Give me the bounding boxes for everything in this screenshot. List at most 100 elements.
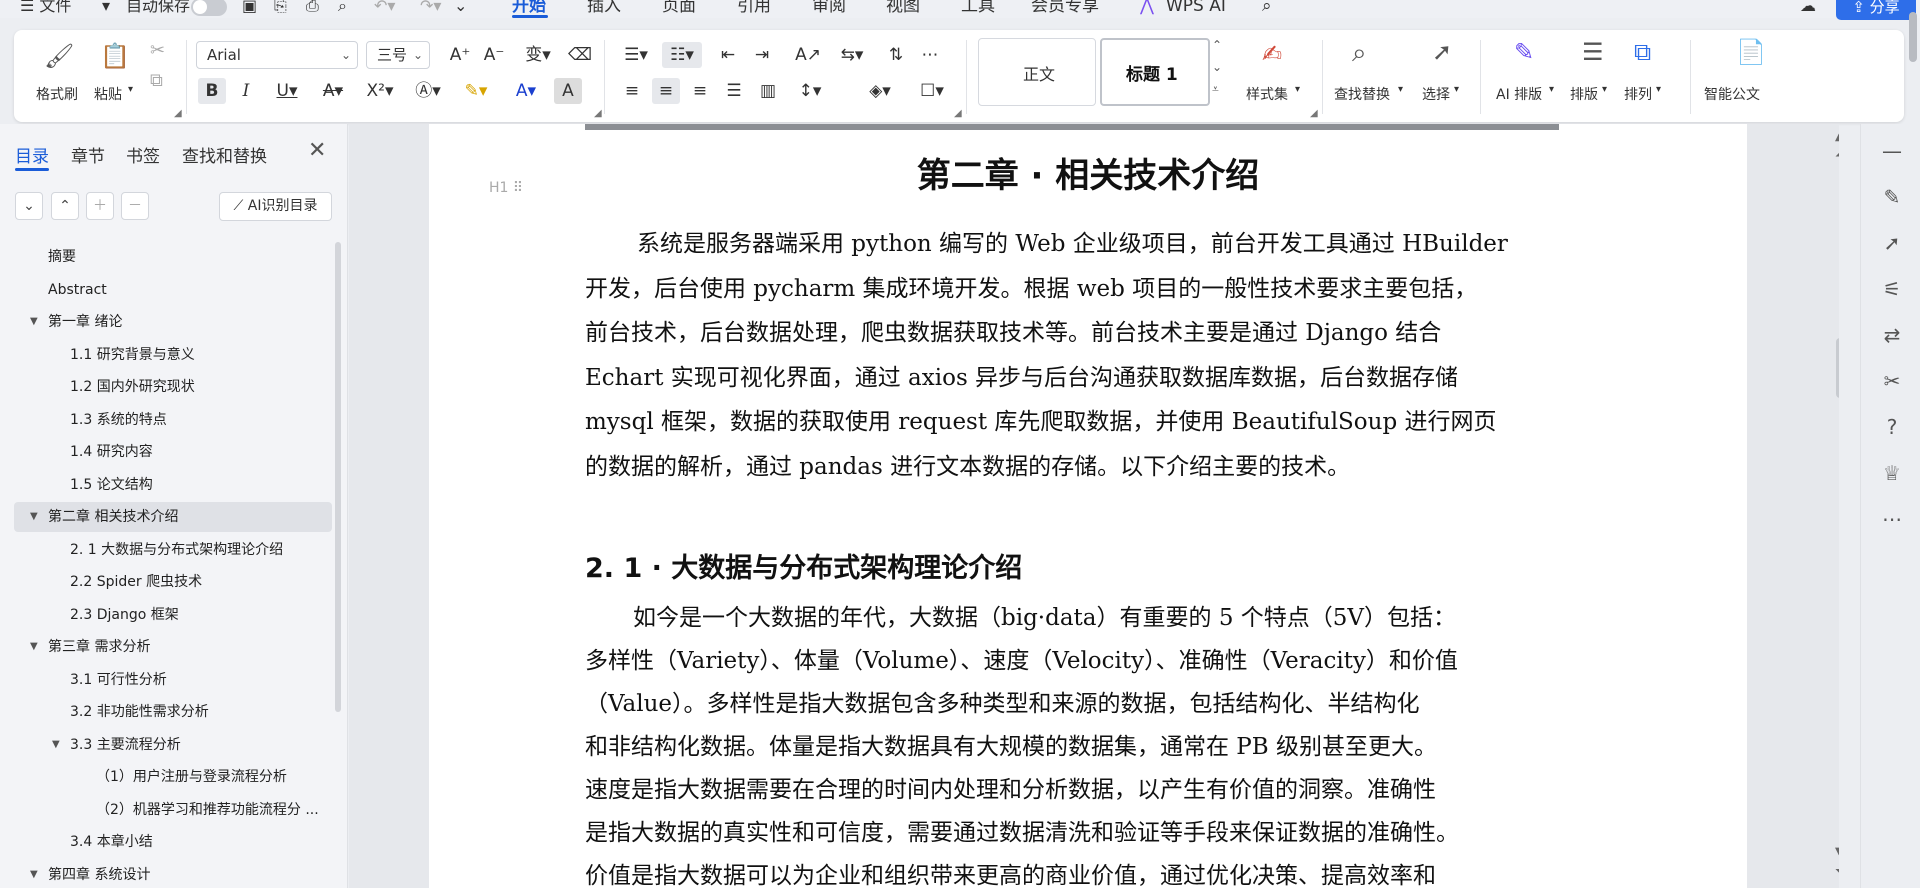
text-line[interactable]: 多样性（Variety）、体量（Volume）、速度（Velocity）、准确性…: [585, 641, 1458, 675]
add-icon[interactable]: ＋: [86, 192, 114, 220]
close-icon[interactable]: ✕: [308, 138, 326, 163]
style-scroll-up-icon[interactable]: ⌃: [1212, 38, 1222, 52]
show-marks-icon[interactable]: ⋯: [916, 42, 944, 68]
align-center-icon[interactable]: ≡: [652, 78, 680, 104]
smart-doc-icon[interactable]: 📄: [1736, 38, 1766, 66]
text-line[interactable]: mysql 框架，数据的获取使用 request 库先爬取数据，并使用 Beau…: [585, 402, 1497, 436]
redo-icon[interactable]: ↷▾: [420, 0, 441, 17]
shrink-font-icon[interactable]: A⁻: [480, 42, 508, 68]
copy-icon[interactable]: ⧉: [150, 70, 163, 91]
numbered-list-button[interactable]: ☷▾: [662, 42, 702, 68]
increase-indent-icon[interactable]: ⇥: [748, 42, 776, 68]
underline-button[interactable]: U▾: [268, 78, 306, 104]
paste-icon[interactable]: 📋: [100, 42, 130, 70]
text-line[interactable]: 价值是指大数据可以为企业和组织带来更高的商业价值，通过优化决策、提高效率和: [585, 856, 1436, 888]
text-line[interactable]: 系统是服务器端采用 python 编写的 Web 企业级项目，前台开发工具通过 …: [637, 224, 1508, 258]
tab-toc[interactable]: 目录: [15, 142, 49, 167]
search-icon[interactable]: ⌕: [1262, 0, 1272, 17]
styles-launcher-icon[interactable]: ◢: [1310, 108, 1318, 119]
select-cursor-icon[interactable]: ➚: [1432, 38, 1452, 66]
toc-item[interactable]: ▼ 第三章 需求分析: [14, 632, 332, 662]
adjust-icon[interactable]: ⚟: [1879, 276, 1905, 302]
format-painter-label[interactable]: 格式刷: [36, 84, 78, 104]
print-preview-icon[interactable]: ⌕: [338, 0, 347, 17]
tab-page[interactable]: 页面: [662, 0, 696, 17]
section-title[interactable]: 2. 1 · 大数据与分布式架构理论介绍: [585, 546, 1022, 585]
toc-item[interactable]: 1.1 研究背景与意义: [14, 340, 332, 370]
arrange-label[interactable]: 排列: [1624, 84, 1652, 104]
collapse-chevron-down-icon[interactable]: ⌄: [15, 192, 43, 220]
font-color-button[interactable]: A▾: [506, 78, 546, 104]
ai-layout-dropdown-icon[interactable]: ▾: [1549, 84, 1554, 95]
translate-icon[interactable]: ⇄: [1879, 322, 1905, 348]
print-icon[interactable]: ⎙: [306, 0, 319, 17]
toc-item[interactable]: ▼ 第一章 绪论: [14, 307, 332, 337]
distributed-icon[interactable]: ▥: [754, 78, 782, 104]
tab-references[interactable]: 引用: [737, 0, 771, 17]
text-line[interactable]: 的数据的解析，通过 pandas 进行文本数据的存储。以下介绍主要的技术。: [585, 447, 1350, 481]
toc-item[interactable]: 1.3 系统的特点: [14, 405, 332, 435]
save-icon[interactable]: ▣: [242, 0, 257, 17]
ai-layout-icon[interactable]: ✎: [1514, 38, 1534, 66]
decrease-indent-icon[interactable]: ⇤: [714, 42, 742, 68]
scroll-up-icon[interactable]: ▲: [1835, 132, 1839, 143]
tab-chapters[interactable]: 章节: [71, 142, 105, 167]
tab-find-replace[interactable]: 查找和替换: [182, 142, 267, 167]
tools-icon[interactable]: ✂: [1879, 368, 1905, 394]
text-line[interactable]: 是指大数据的真实性和可信度，需要通过数据清洗和验证等手段来保证数据的准确性。: [585, 813, 1459, 847]
style-set-icon[interactable]: ✍: [1262, 40, 1282, 68]
pen-icon[interactable]: ✎: [1879, 184, 1905, 210]
layout-icon[interactable]: ☰: [1582, 38, 1604, 66]
line-break-icon[interactable]: ⇆▾: [834, 42, 870, 68]
smart-doc-label[interactable]: 智能公文: [1704, 84, 1760, 104]
align-right-icon[interactable]: ≡: [686, 78, 714, 104]
cut-icon[interactable]: ✂: [150, 40, 165, 61]
tab-wps-ai[interactable]: WPS AI: [1166, 0, 1226, 17]
quick-access-more-icon[interactable]: ⌄: [454, 0, 467, 17]
line-spacing-icon[interactable]: ↕▾: [790, 78, 830, 104]
toc-item[interactable]: 1.4 研究内容: [14, 437, 332, 467]
find-replace-dropdown-icon[interactable]: ▾: [1398, 84, 1403, 95]
toc-item[interactable]: 2. 1 大数据与分布式架构理论介绍: [14, 535, 332, 565]
page-down-icon[interactable]: ⏷: [1835, 866, 1839, 877]
toc-item[interactable]: ▼ 3.3 主要流程分析: [14, 730, 332, 760]
document-scrollbar[interactable]: [1836, 338, 1839, 398]
toc-item[interactable]: （1）用户注册与登录流程分析: [14, 762, 332, 792]
italic-button[interactable]: I: [232, 78, 260, 104]
format-painter-icon[interactable]: 🖌: [44, 42, 74, 70]
text-line[interactable]: 和非结构化数据。体量是指大数据具有大规模的数据集，通常在 PB 级别甚至更大。: [585, 727, 1437, 761]
font-name-select[interactable]: Arial ⌄: [196, 41, 358, 69]
ai-layout-label[interactable]: AI 排版: [1496, 84, 1542, 104]
text-effect-button[interactable]: Ⓐ▾: [408, 78, 448, 104]
layout-label[interactable]: 排版: [1570, 84, 1598, 104]
layout-dropdown-icon[interactable]: ▾: [1602, 84, 1607, 95]
tab-bookmarks[interactable]: 书签: [126, 142, 160, 167]
toc-item[interactable]: 1.2 国内外研究现状: [14, 372, 332, 402]
wps-ai-icon[interactable]: ⋀: [1140, 0, 1154, 17]
toc-item[interactable]: 3.2 非功能性需求分析: [14, 697, 332, 727]
caret-down-icon[interactable]: ▼: [52, 730, 60, 760]
sort-icon[interactable]: ⇅: [882, 42, 910, 68]
highlight-color-button[interactable]: ✎▾: [456, 78, 496, 104]
grow-font-icon[interactable]: A⁺: [446, 42, 474, 68]
align-left-icon[interactable]: ≡: [618, 78, 646, 104]
style-expand-icon[interactable]: ⩡: [1212, 82, 1219, 97]
scroll-down-icon[interactable]: ▼: [1835, 846, 1839, 857]
find-replace-label[interactable]: 查找替换: [1334, 84, 1390, 104]
bullet-list-button[interactable]: ☰▾: [618, 42, 654, 68]
arrange-dropdown-icon[interactable]: ▾: [1656, 84, 1661, 95]
page-up-icon[interactable]: ⏶: [1835, 150, 1839, 161]
arrange-icon[interactable]: ⧉: [1634, 38, 1651, 66]
shading-icon[interactable]: ◈▾: [860, 78, 900, 104]
help-icon[interactable]: ?: [1879, 414, 1905, 440]
clear-format-icon[interactable]: ⌫: [566, 42, 594, 68]
justify-icon[interactable]: ☰: [720, 78, 748, 104]
toc-item[interactable]: 摘要: [14, 242, 332, 272]
select-label[interactable]: 选择: [1422, 84, 1450, 104]
tab-review[interactable]: 审阅: [812, 0, 846, 17]
minimize-panel-icon[interactable]: —: [1879, 138, 1905, 164]
chapter-title[interactable]: 第二章 · 相关技术介绍: [429, 148, 1747, 197]
text-line[interactable]: （Value）。多样性是指大数据包含多种类型和来源的数据，包括结构化、半结构化: [585, 684, 1420, 718]
phonetic-guide-icon[interactable]: 变▾: [518, 42, 558, 68]
share-link-icon[interactable]: ⎘: [274, 0, 287, 17]
